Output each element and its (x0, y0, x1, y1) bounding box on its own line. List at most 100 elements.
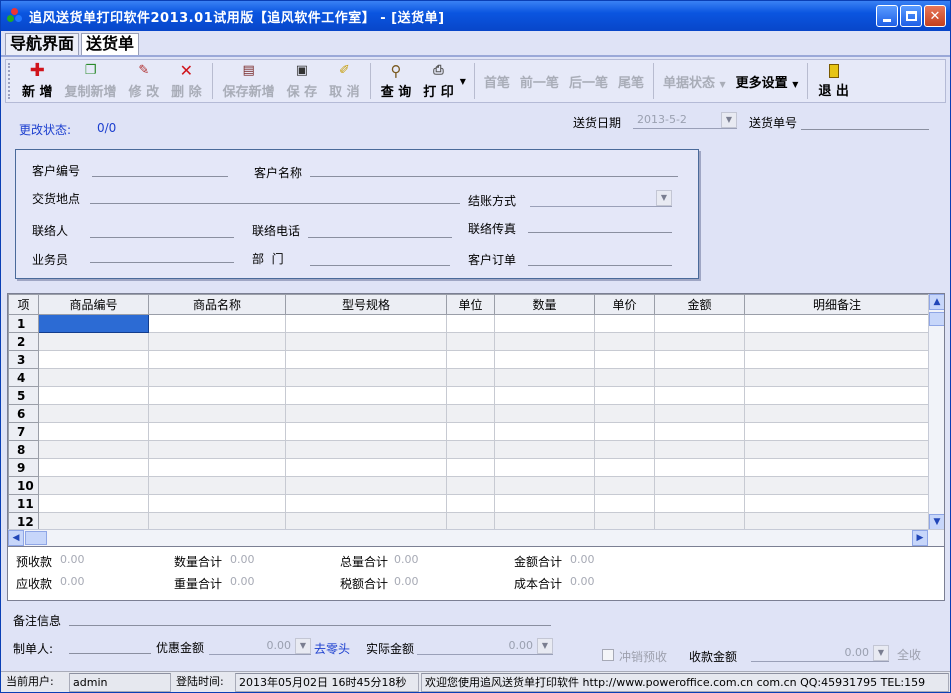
col-header-index[interactable]: 项 (8, 294, 39, 315)
delivery-no-field[interactable] (801, 114, 929, 130)
row-number[interactable]: 12 (8, 512, 39, 531)
discount-field[interactable]: 0.00 ▼ (209, 637, 311, 655)
grid-cell[interactable] (744, 314, 930, 333)
grid-cell[interactable] (38, 332, 149, 351)
grid-cell[interactable] (654, 350, 745, 369)
grid-cell[interactable] (654, 476, 745, 495)
grid-cell[interactable] (594, 314, 655, 333)
grid-cell[interactable] (494, 440, 595, 459)
writeoff-checkbox[interactable] (602, 649, 614, 661)
prev-record-button[interactable]: 前一笔 (515, 72, 564, 91)
table-row[interactable]: 11 (8, 494, 930, 513)
more-settings-dropdown[interactable]: 更多设置 ▼ (731, 72, 804, 91)
query-button[interactable]: ⚲ 查 询 (375, 61, 418, 101)
row-number[interactable]: 8 (8, 440, 39, 459)
grid-cell[interactable] (148, 314, 286, 333)
grid-cell[interactable] (446, 332, 495, 351)
table-row[interactable]: 1 (8, 314, 930, 333)
scroll-left-icon[interactable]: ◀ (8, 530, 24, 546)
grid-cell[interactable] (594, 350, 655, 369)
grid-cell[interactable] (594, 332, 655, 351)
row-number[interactable]: 1 (8, 314, 39, 333)
grid-cell[interactable] (446, 422, 495, 441)
grid-cell[interactable] (594, 368, 655, 387)
table-row[interactable]: 12 (8, 512, 930, 531)
grid-cell[interactable] (148, 512, 286, 531)
grid-cell[interactable] (654, 386, 745, 405)
grid-cell[interactable] (38, 494, 149, 513)
horizontal-scrollbar[interactable]: ◀ ▶ (8, 529, 944, 546)
copy-new-button[interactable]: ❐ 复制新增 (59, 61, 123, 101)
grid-cell[interactable] (285, 386, 447, 405)
scroll-up-icon[interactable]: ▲ (929, 294, 944, 310)
grid-cell[interactable] (446, 458, 495, 477)
scroll-down-icon[interactable]: ▼ (929, 514, 944, 530)
grid-cell[interactable] (594, 440, 655, 459)
grid-cell[interactable] (148, 422, 286, 441)
vertical-scrollbar[interactable]: ▲ ▼ (928, 294, 944, 530)
col-header-product-name[interactable]: 商品名称 (148, 294, 286, 315)
grid-cell[interactable] (38, 404, 149, 423)
grid-cell[interactable] (38, 458, 149, 477)
grid-cell[interactable] (446, 368, 495, 387)
chevron-down-icon[interactable]: ▼ (873, 645, 889, 661)
table-row[interactable]: 4 (8, 368, 930, 387)
grid-cell[interactable] (654, 422, 745, 441)
table-row[interactable]: 5 (8, 386, 930, 405)
col-header-quantity[interactable]: 数量 (494, 294, 595, 315)
grid-cell[interactable] (494, 512, 595, 531)
title-bar[interactable]: 追风送货单打印软件2013.01试用版【追风软件工作室】 - [送货单] ✕ (1, 1, 950, 31)
grid-cell[interactable] (38, 476, 149, 495)
grid-cell[interactable] (654, 404, 745, 423)
grid-cell[interactable] (594, 404, 655, 423)
grid-cell[interactable] (148, 332, 286, 351)
grid-cell[interactable] (654, 368, 745, 387)
grid-cell[interactable] (494, 332, 595, 351)
row-number[interactable]: 3 (8, 350, 39, 369)
grid-cell[interactable] (285, 422, 447, 441)
grid-cell[interactable] (38, 350, 149, 369)
grid-cell[interactable] (446, 314, 495, 333)
table-row[interactable]: 10 (8, 476, 930, 495)
table-row[interactable]: 8 (8, 440, 930, 459)
grid-cell[interactable] (744, 512, 930, 531)
grid-cell[interactable] (744, 368, 930, 387)
edit-button[interactable]: ✎ 修 改 (123, 61, 166, 101)
maker-field[interactable] (69, 638, 151, 654)
grid-cell[interactable] (38, 512, 149, 531)
close-button[interactable]: ✕ (924, 5, 946, 27)
phone-field[interactable] (308, 222, 452, 238)
grid-cell[interactable] (594, 476, 655, 495)
last-record-button[interactable]: 尾笔 (613, 72, 649, 91)
table-row[interactable]: 2 (8, 332, 930, 351)
new-button[interactable]: ✚ 新 增 (16, 60, 59, 101)
grid-cell[interactable] (594, 512, 655, 531)
save-button[interactable]: ▣ 保 存 (281, 61, 324, 101)
grid-cell[interactable] (148, 494, 286, 513)
grid-cell[interactable] (494, 350, 595, 369)
horizontal-scroll-thumb[interactable] (25, 531, 47, 545)
grid-cell[interactable] (494, 458, 595, 477)
salesman-field[interactable] (90, 247, 234, 263)
grid-cell[interactable] (594, 494, 655, 513)
grid-cell[interactable] (494, 314, 595, 333)
grid-cell[interactable] (38, 368, 149, 387)
actual-amount-field[interactable]: 0.00 ▼ (417, 637, 553, 655)
settlement-dropdown[interactable]: ▼ (530, 189, 672, 207)
grid-cell[interactable] (446, 350, 495, 369)
contact-field[interactable] (90, 222, 234, 238)
grid-cell[interactable] (38, 422, 149, 441)
grid-cell[interactable] (744, 476, 930, 495)
grid-cell[interactable] (285, 368, 447, 387)
grid-cell[interactable] (148, 368, 286, 387)
grid-cell[interactable] (654, 494, 745, 513)
grid-cell[interactable] (446, 404, 495, 423)
dept-field[interactable] (310, 250, 450, 266)
full-receive-button[interactable]: 全收 (897, 646, 921, 663)
tab-navigation[interactable]: 导航界面 (5, 33, 80, 55)
grid-cell[interactable] (494, 494, 595, 513)
grid-cell[interactable] (744, 494, 930, 513)
next-record-button[interactable]: 后一笔 (564, 72, 613, 91)
grid-cell[interactable] (446, 440, 495, 459)
row-number[interactable]: 5 (8, 386, 39, 405)
